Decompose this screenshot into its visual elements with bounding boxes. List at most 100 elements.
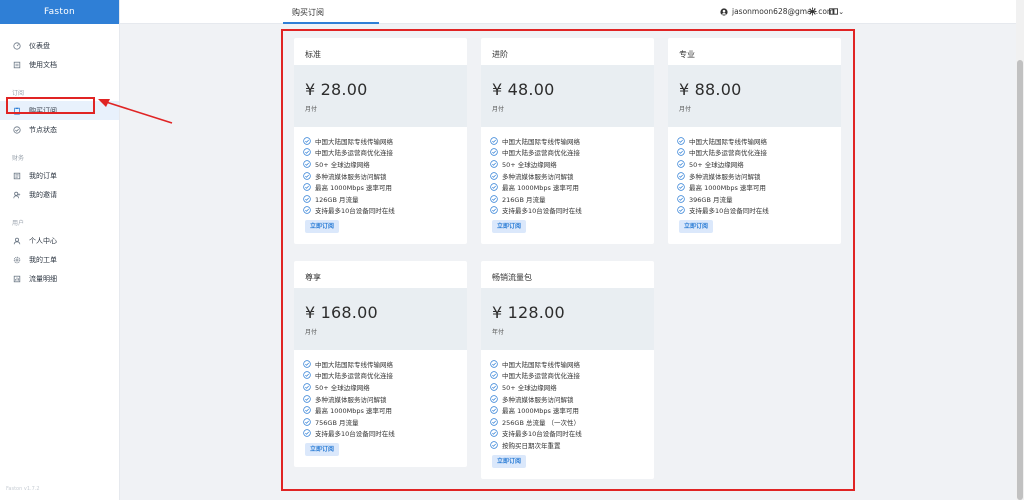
traffic-icon [13,275,21,283]
price-block: ¥ 88.00 月付 [668,65,841,127]
plan-feature: 多种流媒体服务访问解锁 [303,170,467,182]
brand-logo[interactable]: Faston [0,0,119,24]
plan-features: 中国大陆国际专线传输网络 中国大陆多运营商优化连接 50+ 全球边缘网络 多种流媒体服… [668,127,841,216]
plan-feature: 50+ 全球边缘网络 [303,381,467,393]
check-circle-icon [303,394,315,403]
plan-feature-text: 多种流媒体服务访问解锁 [689,172,761,181]
plan-feature-text: 支持最多10台设备同时在线 [502,430,582,439]
scrollbar[interactable] [1016,0,1024,500]
price-block: ¥ 168.00 月付 [294,288,467,350]
user-email: jasonmoon628@gmail.com [732,7,835,16]
nav-group-finance: 财务 [12,155,25,162]
sidebar-item-my-invites[interactable]: 我的邀请 [0,185,119,204]
plan-feature-text: 中国大陆多运营商优化连接 [315,149,393,158]
plan-feature-text: 按购买日期次年重置 [502,441,561,450]
check-circle-icon [490,371,502,380]
check-circle-icon [303,171,315,180]
plan-feature-text: 中国大陆国际专线传输网络 [315,137,393,146]
plan-feature: 最高 1000Mbps 速率可用 [490,181,654,193]
plan-feature-text: 支持最多10台设备同时在线 [502,207,582,216]
check-circle-icon [303,383,315,391]
scrollbar-thumb[interactable] [1017,60,1023,500]
sidebar-item-traffic[interactable]: 流量明细 [0,269,119,288]
plan-feature-text: 50+ 全球边缘网络 [502,160,557,169]
title-underline [283,22,379,24]
check-circle-icon [490,137,502,145]
check-circle-icon [677,171,689,180]
plan-price: ¥ 168.00 [305,303,378,322]
plan-card: 标准 ¥ 28.00 月付 中国大陆国际专线传输网络 中国大陆多运营商优化连接 50+ 全… [294,38,467,244]
plan-feature: 中国大陆多运营商优化连接 [303,370,467,382]
sidebar-item-label: 仪表盘 [29,41,50,50]
version-text: Faston v1.7.2 [6,486,40,492]
plan-feature: 126GB 月流量 [303,193,467,205]
user-menu[interactable]: jasonmoon628@gmail.com ⌄ [720,7,844,16]
gear-icon [13,256,21,264]
check-circle-icon [303,148,315,157]
sidebar-item-label: 我的工单 [29,255,57,264]
topbar: 购买订阅 jasonmoon628@gmail.com ⌄ [120,0,1016,24]
plan-feature: 396GB 月流量 [677,193,841,205]
check-circle-icon [303,418,315,426]
plan-feature-text: 中国大陆国际专线传输网络 [502,137,580,146]
price-block: ¥ 28.00 月付 [294,65,467,127]
check-circle-icon [490,171,502,180]
plan-feature-text: 50+ 全球边缘网络 [315,383,370,392]
check-circle-icon [303,183,315,191]
check-circle-icon [490,394,502,403]
sidebar-item-my-orders[interactable]: 我的订单 [0,166,119,185]
subscribe-button[interactable]: 立即订阅 [492,454,527,468]
sidebar-item-profile[interactable]: 个人中心 [0,231,119,250]
plan-name: 专业 [679,50,695,59]
check-circle-icon [303,406,315,414]
price-block: ¥ 128.00 年付 [481,288,654,350]
user-icon [13,237,21,245]
sidebar-item-docs[interactable]: 使用文档 [0,55,119,74]
plan-feature-text: 216GB 月流量 [502,195,546,204]
subscribe-button[interactable]: 立即订阅 [492,220,527,234]
plan-feature: 中国大陆国际专线传输网络 [490,358,654,370]
check-circle-icon [303,371,315,380]
plan-feature: 多种流媒体服务访问解锁 [490,393,654,405]
check-circle-icon [677,195,689,203]
plan-feature-text: 多种流媒体服务访问解锁 [502,172,574,181]
check-circle-icon [303,160,315,168]
subscribe-button[interactable]: 立即订阅 [305,220,340,234]
sidebar-item-dashboard[interactable]: 仪表盘 [0,36,119,55]
check-circle-icon [677,148,689,157]
plan-feature: 最高 1000Mbps 速率可用 [677,181,841,193]
plan-card: 专业 ¥ 88.00 月付 中国大陆国际专线传输网络 中国大陆多运营商优化连接 50+ 全… [668,38,841,244]
plan-name: 尊享 [305,273,321,282]
page-title: 购买订阅 [292,8,324,17]
check-circle-icon [303,195,315,203]
plan-feature: 216GB 月流量 [490,193,654,205]
check-circle-icon [490,383,502,391]
plan-feature-text: 多种流媒体服务访问解锁 [315,395,387,404]
check-circle-icon [303,429,315,438]
plan-feature-text: 最高 1000Mbps 速率可用 [315,407,392,416]
plan-name: 畅销流量包 [492,273,532,282]
plan-features: 中国大陆国际专线传输网络 中国大陆多运营商优化连接 50+ 全球边缘网络多种流媒体服… [481,350,654,451]
subscribe-button[interactable]: 立即订阅 [679,220,714,234]
plan-feature: 支持最多10台设备同时在线 [303,428,467,440]
plan-feature-text: 最高 1000Mbps 速率可用 [502,184,579,193]
plan-features: 中国大陆国际专线传输网络 中国大陆多运营商优化连接 50+ 全球边缘网络 多种流媒体服… [294,350,467,439]
plan-feature: 50+ 全球边缘网络 [490,381,654,393]
plan-feature: 中国大陆国际专线传输网络 [303,135,467,147]
subscribe-button[interactable]: 立即订阅 [305,443,340,457]
plan-card: 畅销流量包 ¥ 128.00 年付 中国大陆国际专线传输网络 中国大陆多运营商优化连接 5… [481,261,654,479]
sidebar-item-tickets[interactable]: 我的工单 [0,250,119,269]
plan-period: 年付 [492,329,505,336]
plan-name: 标准 [305,50,321,59]
sidebar-item-label: 流量明细 [29,274,57,283]
plan-feature-text: 126GB 月流量 [315,195,359,204]
check-circle-icon [677,160,689,168]
plan-feature-text: 最高 1000Mbps 速率可用 [315,184,392,193]
check-circle-icon [677,183,689,191]
plan-feature-text: 多种流媒体服务访问解锁 [502,395,574,404]
plan-feature: 最高 1000Mbps 速率可用 [303,404,467,416]
price-block: ¥ 48.00 月付 [481,65,654,127]
check-circle-icon [303,360,315,368]
plan-feature: 中国大陆多运营商优化连接 [490,370,654,382]
plan-feature: 支持最多10台设备同时在线 [303,205,467,217]
